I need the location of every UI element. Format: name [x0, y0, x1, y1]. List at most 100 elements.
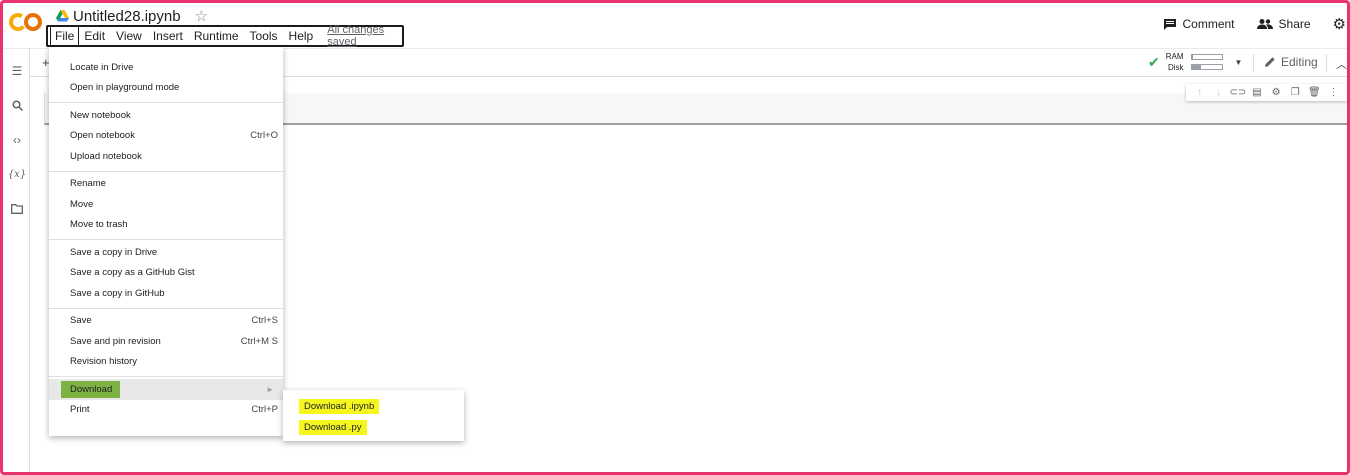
file-menu-dropdown: Locate in Drive Open in playground mode Ne…	[49, 47, 283, 436]
menu-group: New notebook Open notebook Ctrl+O Upload no…	[49, 103, 283, 172]
comment-icon	[1163, 18, 1176, 30]
ram-bar	[1190, 54, 1223, 60]
menu-file[interactable]: File	[50, 26, 80, 46]
menu-item-shortcut: Ctrl+P	[251, 404, 278, 416]
connected-check-icon: ✔	[1148, 53, 1160, 70]
share-label: Share	[1278, 17, 1311, 31]
settings-gear-icon[interactable]: ⚙	[1270, 86, 1283, 99]
menu-item-label: New notebook	[70, 109, 131, 121]
resource-bars	[1190, 54, 1223, 70]
menu-runtime[interactable]: Runtime	[189, 27, 245, 45]
menu-group: Download ► Print Ctrl+P	[49, 377, 283, 424]
menu-tools[interactable]: Tools	[245, 27, 284, 45]
code-snippets-icon[interactable]: ‹›	[10, 133, 24, 147]
star-icon[interactable]: ☆	[195, 7, 208, 25]
menu-item-label: Save a copy as a GitHub Gist	[70, 267, 195, 279]
menu-item-save-and-pin-revision[interactable]: Save and pin revision Ctrl+M S	[49, 331, 283, 352]
folder-icon[interactable]	[10, 202, 24, 216]
menu-item-save-a-copy-in-drive[interactable]: Save a copy in Drive	[49, 242, 283, 263]
menu-item-locate-in-drive[interactable]: Locate in Drive	[49, 57, 283, 78]
ram-label: RAM	[1165, 52, 1184, 61]
menu-help[interactable]: Help	[284, 27, 320, 45]
menu-item-label: Revision history	[70, 356, 138, 368]
menu-item-upload-notebook[interactable]: Upload notebook	[49, 146, 283, 167]
menu-edit[interactable]: Edit	[79, 27, 111, 45]
editing-mode-button[interactable]: Editing	[1264, 55, 1318, 69]
menu-group: Save Ctrl+S Save and pin revision Ctrl+M S R…	[49, 309, 283, 377]
table-of-contents-icon[interactable]: ☰	[10, 64, 24, 78]
caret-down-icon[interactable]: ▼	[1235, 58, 1243, 67]
download-ipynb-item[interactable]: Download .ipynb	[283, 396, 464, 417]
menu-view[interactable]: View	[111, 27, 148, 45]
resources-indicator[interactable]: ✔ RAM Disk ▼	[1148, 51, 1242, 73]
submenu-arrow-icon: ►	[266, 384, 274, 394]
menu-item-save[interactable]: Save Ctrl+S	[49, 311, 283, 332]
menu-bar: File Edit View Insert Runtime Tools Help…	[46, 24, 404, 48]
editing-label: Editing	[1281, 55, 1318, 69]
disk-label: Disk	[1167, 63, 1184, 72]
menu-item-label: Rename	[70, 178, 106, 190]
menu-item-label: Print	[70, 404, 90, 416]
move-up-icon[interactable]: ↑	[1193, 86, 1206, 99]
menu-group: Locate in Drive Open in playground mode	[49, 55, 283, 103]
pencil-icon	[1265, 57, 1275, 67]
download-ipynb-label: Download .ipynb	[299, 399, 380, 414]
move-down-icon[interactable]: ↓	[1212, 86, 1225, 99]
notebook-title[interactable]: Untitled28.ipynb	[73, 8, 181, 25]
settings-gear-icon[interactable]: ⚙	[1333, 15, 1346, 33]
menu-item-label: Save a copy in Drive	[70, 246, 158, 258]
menu-item-revision-history[interactable]: Revision history	[49, 352, 283, 373]
disk-fill	[1191, 65, 1201, 69]
menu-item-label: Upload notebook	[70, 150, 142, 162]
people-icon	[1256, 19, 1273, 29]
menu-item-save-a-copy-in-github[interactable]: Save a copy in GitHub	[49, 283, 283, 304]
menu-item-label: Move to trash	[70, 219, 128, 231]
menu-item-rename[interactable]: Rename	[49, 174, 283, 195]
menu-item-label: Download	[61, 380, 121, 398]
doc-title-row: Untitled28.ipynb ☆	[56, 7, 208, 25]
toolbar-separator	[1326, 54, 1327, 72]
menu-item-label: Open in playground mode	[70, 82, 180, 94]
disk-bar	[1190, 64, 1223, 70]
mirror-cell-icon[interactable]: ❐	[1289, 86, 1302, 99]
download-py-label: Download .py	[299, 420, 367, 435]
save-status-link[interactable]: All changes saved	[327, 24, 402, 48]
menu-item-label: Locate in Drive	[70, 61, 134, 73]
download-submenu: Download .ipynb Download .py	[283, 390, 464, 441]
share-button[interactable]: Share	[1256, 17, 1311, 31]
comment-label: Comment	[1182, 17, 1235, 31]
menu-item-move[interactable]: Move	[49, 194, 283, 215]
chevron-up-icon[interactable]: ︿	[1336, 56, 1347, 72]
menu-item-shortcut: Ctrl+O	[250, 130, 278, 142]
ram-fill	[1191, 55, 1194, 59]
menu-item-move-to-trash[interactable]: Move to trash	[49, 215, 283, 236]
menu-item-label: Save a copy in GitHub	[70, 287, 165, 299]
drive-icon	[56, 10, 69, 22]
delete-icon[interactable]: 🗑	[1308, 86, 1321, 99]
link-icon[interactable]: ⊂⊃	[1229, 86, 1246, 99]
colab-logo[interactable]	[9, 10, 43, 34]
menu-item-label: Move	[70, 198, 94, 210]
menu-item-save-a-copy-as-a-github-gist[interactable]: Save a copy as a GitHub Gist	[49, 263, 283, 284]
toolbar-separator	[1253, 54, 1254, 72]
comment-button[interactable]: Comment	[1163, 17, 1235, 31]
menu-item-label: Open notebook	[70, 130, 135, 142]
menu-item-label: Save and pin revision	[70, 335, 161, 347]
search-icon[interactable]	[10, 98, 24, 112]
menu-item-shortcut: Ctrl+M S	[240, 335, 278, 347]
menu-item-download[interactable]: Download ►	[49, 379, 283, 400]
resource-labels: RAM Disk	[1166, 51, 1184, 73]
menu-item-shortcut: Ctrl+S	[251, 315, 278, 327]
menu-item-new-notebook[interactable]: New notebook	[49, 105, 283, 126]
menu-item-label: Save	[70, 315, 92, 327]
menu-item-print[interactable]: Print Ctrl+P	[49, 400, 283, 421]
menu-insert[interactable]: Insert	[148, 27, 189, 45]
variables-icon[interactable]: {x}	[8, 167, 26, 181]
comment-icon[interactable]: ▤	[1250, 86, 1263, 99]
menu-item-open-in-playground-mode[interactable]: Open in playground mode	[49, 78, 283, 99]
download-py-item[interactable]: Download .py	[283, 417, 464, 438]
menu-item-open-notebook[interactable]: Open notebook Ctrl+O	[49, 126, 283, 147]
header-actions: Comment Share ⚙	[1163, 15, 1346, 33]
more-vert-icon[interactable]: ⋮	[1327, 86, 1340, 99]
left-sidebar: ☰ ‹› {x}	[3, 48, 30, 472]
